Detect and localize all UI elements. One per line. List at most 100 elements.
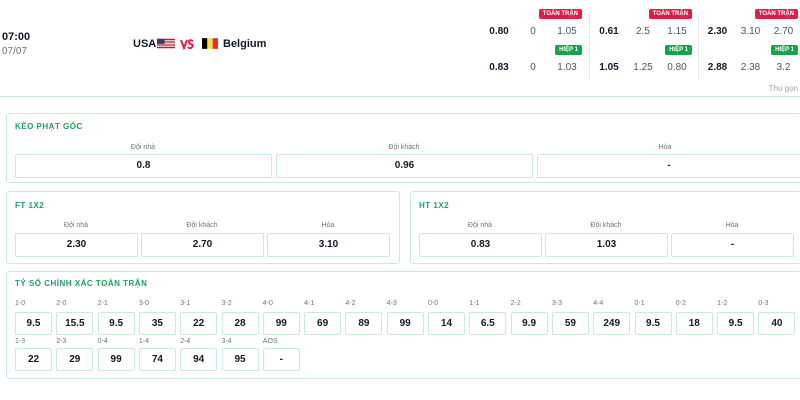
score-odd-cell[interactable]: 99 (262, 312, 300, 335)
divider (589, 14, 590, 80)
collapse-link[interactable]: Thu gọn (769, 84, 798, 93)
score-odd-cell[interactable]: 6.5 (469, 312, 507, 335)
odds-1x2: TOÀN TRẬN 2.30 3.10 2.70 HIỆP 1 2.88 2.3… (701, 8, 800, 82)
odd-value[interactable]: 2.88 (701, 62, 734, 73)
odd-value[interactable]: 0.83 (482, 62, 516, 73)
score-label: 2-0 (56, 300, 67, 307)
score-label: 1-1 (469, 300, 480, 307)
odds-row-half[interactable]: 0.83 0 1.03 (482, 57, 584, 77)
score-label: 3-4 (221, 338, 232, 345)
odd-cell[interactable]: 0.8 (15, 154, 272, 178)
odd-value[interactable]: 1.05 (550, 26, 584, 37)
belgium-flag-icon (202, 38, 218, 49)
odd-cell[interactable]: 2.70 (141, 233, 264, 257)
odds-row-half[interactable]: 1.05 1.25 0.80 (592, 57, 694, 77)
full-match-badge: TOÀN TRẬN (648, 9, 692, 19)
score-label: 0-4 (97, 338, 108, 345)
match-time: 07:00 (2, 31, 31, 43)
odds-handicap: TOÀN TRẬN 0.80 0 1.05 HIỆP 1 0.83 0 1.03 (482, 8, 584, 82)
odd-cell[interactable]: - (671, 233, 794, 257)
odd-cell[interactable]: 3.10 (267, 233, 390, 257)
score-odd-cell[interactable]: 28 (221, 312, 259, 335)
usa-flag-icon (157, 38, 175, 49)
score-odd-cell[interactable]: - (262, 348, 300, 371)
odd-value[interactable]: 2.70 (767, 26, 800, 37)
home-team-name[interactable]: USA (133, 38, 156, 50)
odds-row-full[interactable]: 0.80 0 1.05 (482, 21, 584, 41)
odd-value[interactable]: 0.80 (482, 26, 516, 37)
score-label: 3-1 (180, 300, 191, 307)
odds-row-half[interactable]: 2.88 2.38 3.2 (701, 57, 800, 77)
score-odd-cell[interactable]: 99 (386, 312, 424, 335)
full-match-badge: TOÀN TRẬN (538, 9, 582, 19)
odd-value: 0 (530, 61, 536, 73)
odd-value[interactable]: 2.38 (734, 62, 767, 73)
score-odd-cell[interactable]: 69 (304, 312, 342, 335)
score-label: AOS (262, 338, 278, 345)
odd-value: 1.25 (633, 61, 653, 73)
column-label: Hòa (725, 222, 739, 229)
score-label: 3-3 (551, 300, 563, 307)
score-odd-cell[interactable]: 29 (56, 348, 94, 371)
odds-row-full[interactable]: 2.30 3.10 2.70 (701, 21, 800, 41)
score-odd-cell[interactable]: 9.5 (97, 312, 135, 335)
half-badge: HIỆP 1 (665, 45, 692, 55)
full-match-badge: TOÀN TRẬN (754, 9, 798, 19)
odd-cell[interactable]: 0.96 (276, 154, 533, 178)
odd-cell[interactable]: - (537, 154, 800, 178)
score-odd-cell[interactable]: 15.5 (56, 312, 94, 335)
score-label: 2-1 (97, 300, 108, 307)
odd-value[interactable]: 1.03 (550, 62, 584, 73)
odd-cell[interactable]: 1.03 (545, 233, 668, 257)
column-label: Đội nhà (130, 144, 156, 151)
column-label: Đội nhà (63, 222, 89, 229)
score-label: 4-2 (345, 300, 356, 307)
score-odd-cell[interactable]: 59 (551, 312, 589, 335)
odd-value[interactable]: 0.61 (592, 26, 626, 37)
odds-row-full[interactable]: 0.61 2.5 1.15 (592, 21, 694, 41)
score-label: 0-3 (758, 300, 769, 307)
divider (0, 96, 800, 97)
score-odd-cell[interactable]: 94 (180, 348, 218, 371)
versus-icon (180, 39, 194, 50)
score-odd-cell[interactable]: 249 (593, 312, 631, 335)
score-label: 2-2 (510, 300, 521, 307)
odd-value[interactable]: 2.30 (701, 26, 734, 37)
score-label: 2-3 (56, 338, 67, 345)
score-label: 4-1 (304, 300, 315, 307)
score-label: 1-2 (717, 300, 728, 307)
column-label: Hòa (321, 222, 335, 229)
odd-cell[interactable]: 0.83 (419, 233, 542, 257)
score-label: 1-4 (138, 338, 150, 345)
odd-value[interactable]: 3.2 (767, 62, 800, 73)
score-odd-cell[interactable]: 89 (345, 312, 383, 335)
score-odd-cell[interactable]: 9.5 (717, 312, 755, 335)
score-label: 1-0 (15, 300, 26, 307)
column-label: Hòa (658, 144, 672, 151)
score-label: 0-0 (428, 300, 439, 307)
panel-title: FT 1X2 (15, 201, 45, 210)
odd-cell[interactable]: 2.30 (15, 233, 138, 257)
score-odd-cell[interactable]: 9.5 (15, 312, 52, 335)
score-label: 4-3 (386, 300, 397, 307)
score-odd-cell[interactable]: 99 (97, 348, 135, 371)
score-label: 1-3 (15, 338, 26, 345)
score-odd-cell[interactable]: 18 (675, 312, 713, 335)
ht-1x2-panel: HT 1X2 Đội nhà Đội khách Hòa 0.83 1.03 - (410, 191, 800, 264)
score-odd-cell[interactable]: 9.5 (634, 312, 672, 335)
score-label: 0-2 (675, 300, 686, 307)
score-odd-cell[interactable]: 74 (138, 348, 176, 371)
score-odd-cell[interactable]: 14 (428, 312, 465, 335)
odd-value[interactable]: 1.15 (660, 26, 694, 37)
away-team-name[interactable]: Belgium (223, 38, 266, 50)
score-odd-cell[interactable]: 9.9 (510, 312, 548, 335)
score-odd-cell[interactable]: 40 (758, 312, 796, 335)
score-odd-cell[interactable]: 95 (221, 348, 259, 371)
odd-value[interactable]: 3.10 (734, 26, 767, 37)
score-odd-cell[interactable]: 35 (138, 312, 176, 335)
score-odd-cell[interactable]: 22 (180, 312, 218, 335)
corner-kick-panel: KÈO PHẠT GÓC Đội nhà Đội khách Hòa 0.8 0… (6, 113, 800, 183)
odd-value[interactable]: 1.05 (592, 62, 626, 73)
score-odd-cell[interactable]: 22 (15, 348, 52, 371)
odd-value[interactable]: 0.80 (660, 62, 694, 73)
